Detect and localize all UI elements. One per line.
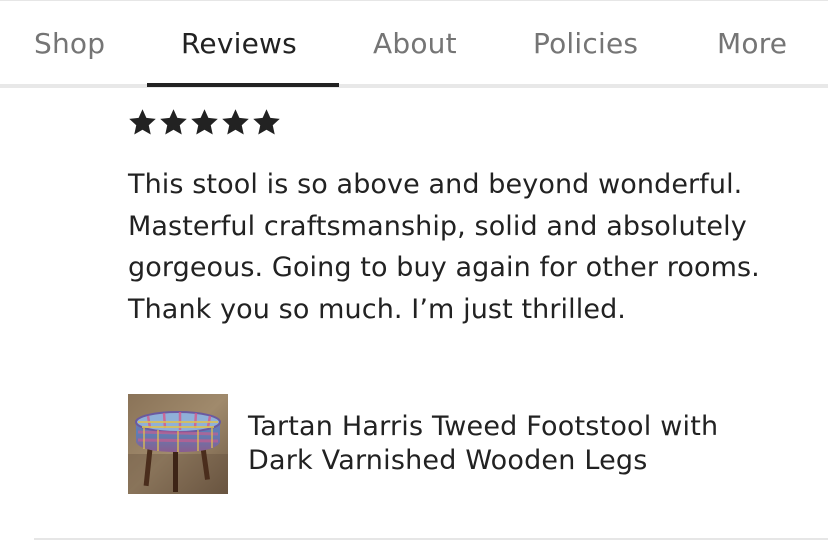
- shop-tab-bar: Shop Reviews About Policies More: [0, 0, 828, 88]
- shop-reviews-page: Shop Reviews About Policies More This st…: [0, 0, 828, 545]
- tab-reviews[interactable]: Reviews: [181, 26, 297, 62]
- star-icon: [191, 109, 218, 135]
- star-icon: [129, 109, 156, 135]
- review-divider: [34, 538, 828, 540]
- review-text: This stool is so above and beyond wonder…: [128, 169, 760, 325]
- star-icon: [253, 109, 280, 135]
- tab-shop[interactable]: Shop: [34, 26, 105, 62]
- footstool-thumbnail-icon[interactable]: [128, 394, 228, 494]
- reviewed-product-link[interactable]: Tartan Harris Tweed Footstool with Dark …: [128, 394, 788, 494]
- tab-about[interactable]: About: [373, 26, 457, 62]
- star-rating: [127, 107, 282, 137]
- star-icon: [222, 109, 249, 135]
- active-tab-indicator: [147, 83, 339, 87]
- product-title[interactable]: Tartan Harris Tweed Footstool with Dark …: [248, 410, 788, 478]
- tab-more[interactable]: More: [717, 26, 787, 62]
- star-icon: [160, 109, 187, 135]
- tab-policies[interactable]: Policies: [533, 26, 638, 62]
- tabs-divider: [0, 84, 828, 88]
